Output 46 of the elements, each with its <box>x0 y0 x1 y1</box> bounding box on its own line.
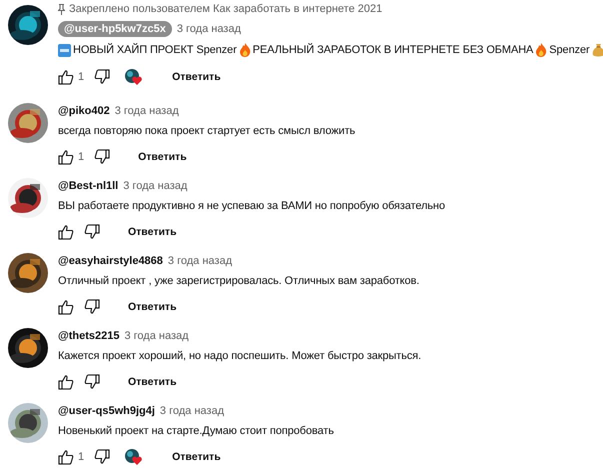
reply-button[interactable]: Ответить <box>166 448 227 466</box>
dislike-icon[interactable] <box>84 374 100 390</box>
like-icon[interactable] <box>58 374 74 390</box>
author-name[interactable]: @piko402 <box>58 105 110 117</box>
dislike-icon[interactable] <box>94 69 110 85</box>
comment-time[interactable]: 3 года назад <box>176 23 241 35</box>
pinned-note: Закреплено пользователем Как заработать в интернете 2021 <box>69 3 382 15</box>
comment-time[interactable]: 3 года назад <box>124 330 189 342</box>
fire-icon <box>238 43 251 57</box>
like-icon[interactable] <box>58 449 74 465</box>
comment-text: Новенький проект на старте.Думаю стоит попробовать <box>58 425 334 437</box>
comment-time[interactable]: 3 года назад <box>160 405 224 417</box>
reply-button[interactable]: Ответить <box>122 298 183 316</box>
fire-icon <box>535 43 548 57</box>
comment-text: всегда повторяю пока проект стартует есть смысл вложить <box>58 125 356 137</box>
money-bag-icon <box>592 43 603 57</box>
author-name[interactable]: @easyhairstyle4868 <box>58 255 163 267</box>
comment-text: Отличный проект , уже зарегистрировалась. Отличных вам заработков. <box>58 275 420 287</box>
author-name[interactable]: @Best-nl1ll <box>58 180 118 192</box>
like-count: 1 <box>78 71 84 83</box>
like-icon[interactable] <box>58 224 74 240</box>
comment-time[interactable]: 3 года назад <box>123 180 188 192</box>
like-icon[interactable] <box>58 299 74 315</box>
author-name[interactable]: @user-qs5wh9jg4j <box>58 405 155 417</box>
reply-button[interactable]: Ответить <box>122 373 183 391</box>
dislike-icon[interactable] <box>84 299 100 315</box>
comment-time[interactable]: 3 года назад <box>168 255 232 267</box>
reply-button[interactable]: Ответить <box>166 68 227 86</box>
pin-icon <box>58 4 65 14</box>
comment-time[interactable]: 3 года назад <box>114 105 179 117</box>
new-badge-icon <box>58 44 71 56</box>
dislike-icon[interactable] <box>84 224 100 240</box>
dislike-icon[interactable] <box>94 149 110 165</box>
like-count: 1 <box>78 151 84 163</box>
like-icon[interactable] <box>58 69 74 85</box>
like-icon[interactable] <box>58 149 74 165</box>
author-name[interactable]: @thets2215 <box>58 330 120 342</box>
comment-text: Spenzer <box>549 44 590 56</box>
reply-button[interactable]: Ответить <box>122 223 183 241</box>
comment-text: ВЫ работаете продуктивно я не успеваю за ВАМИ но попробую обязательно <box>58 200 446 212</box>
comment-text: НОВЫЙ ХАЙП ПРОЕКТ Spenzer <box>73 44 237 56</box>
reply-button[interactable]: Ответить <box>132 148 193 166</box>
comment-text: РЕАЛЬНЫЙ ЗАРАБОТОК В ИНТЕРНЕТЕ БЕЗ ОБМАНА <box>252 44 534 56</box>
like-count: 1 <box>78 451 84 463</box>
comment-text: Кажется проект хороший, но надо поспешить. Может быстро закрыться. <box>58 350 422 362</box>
dislike-icon[interactable] <box>94 449 110 465</box>
